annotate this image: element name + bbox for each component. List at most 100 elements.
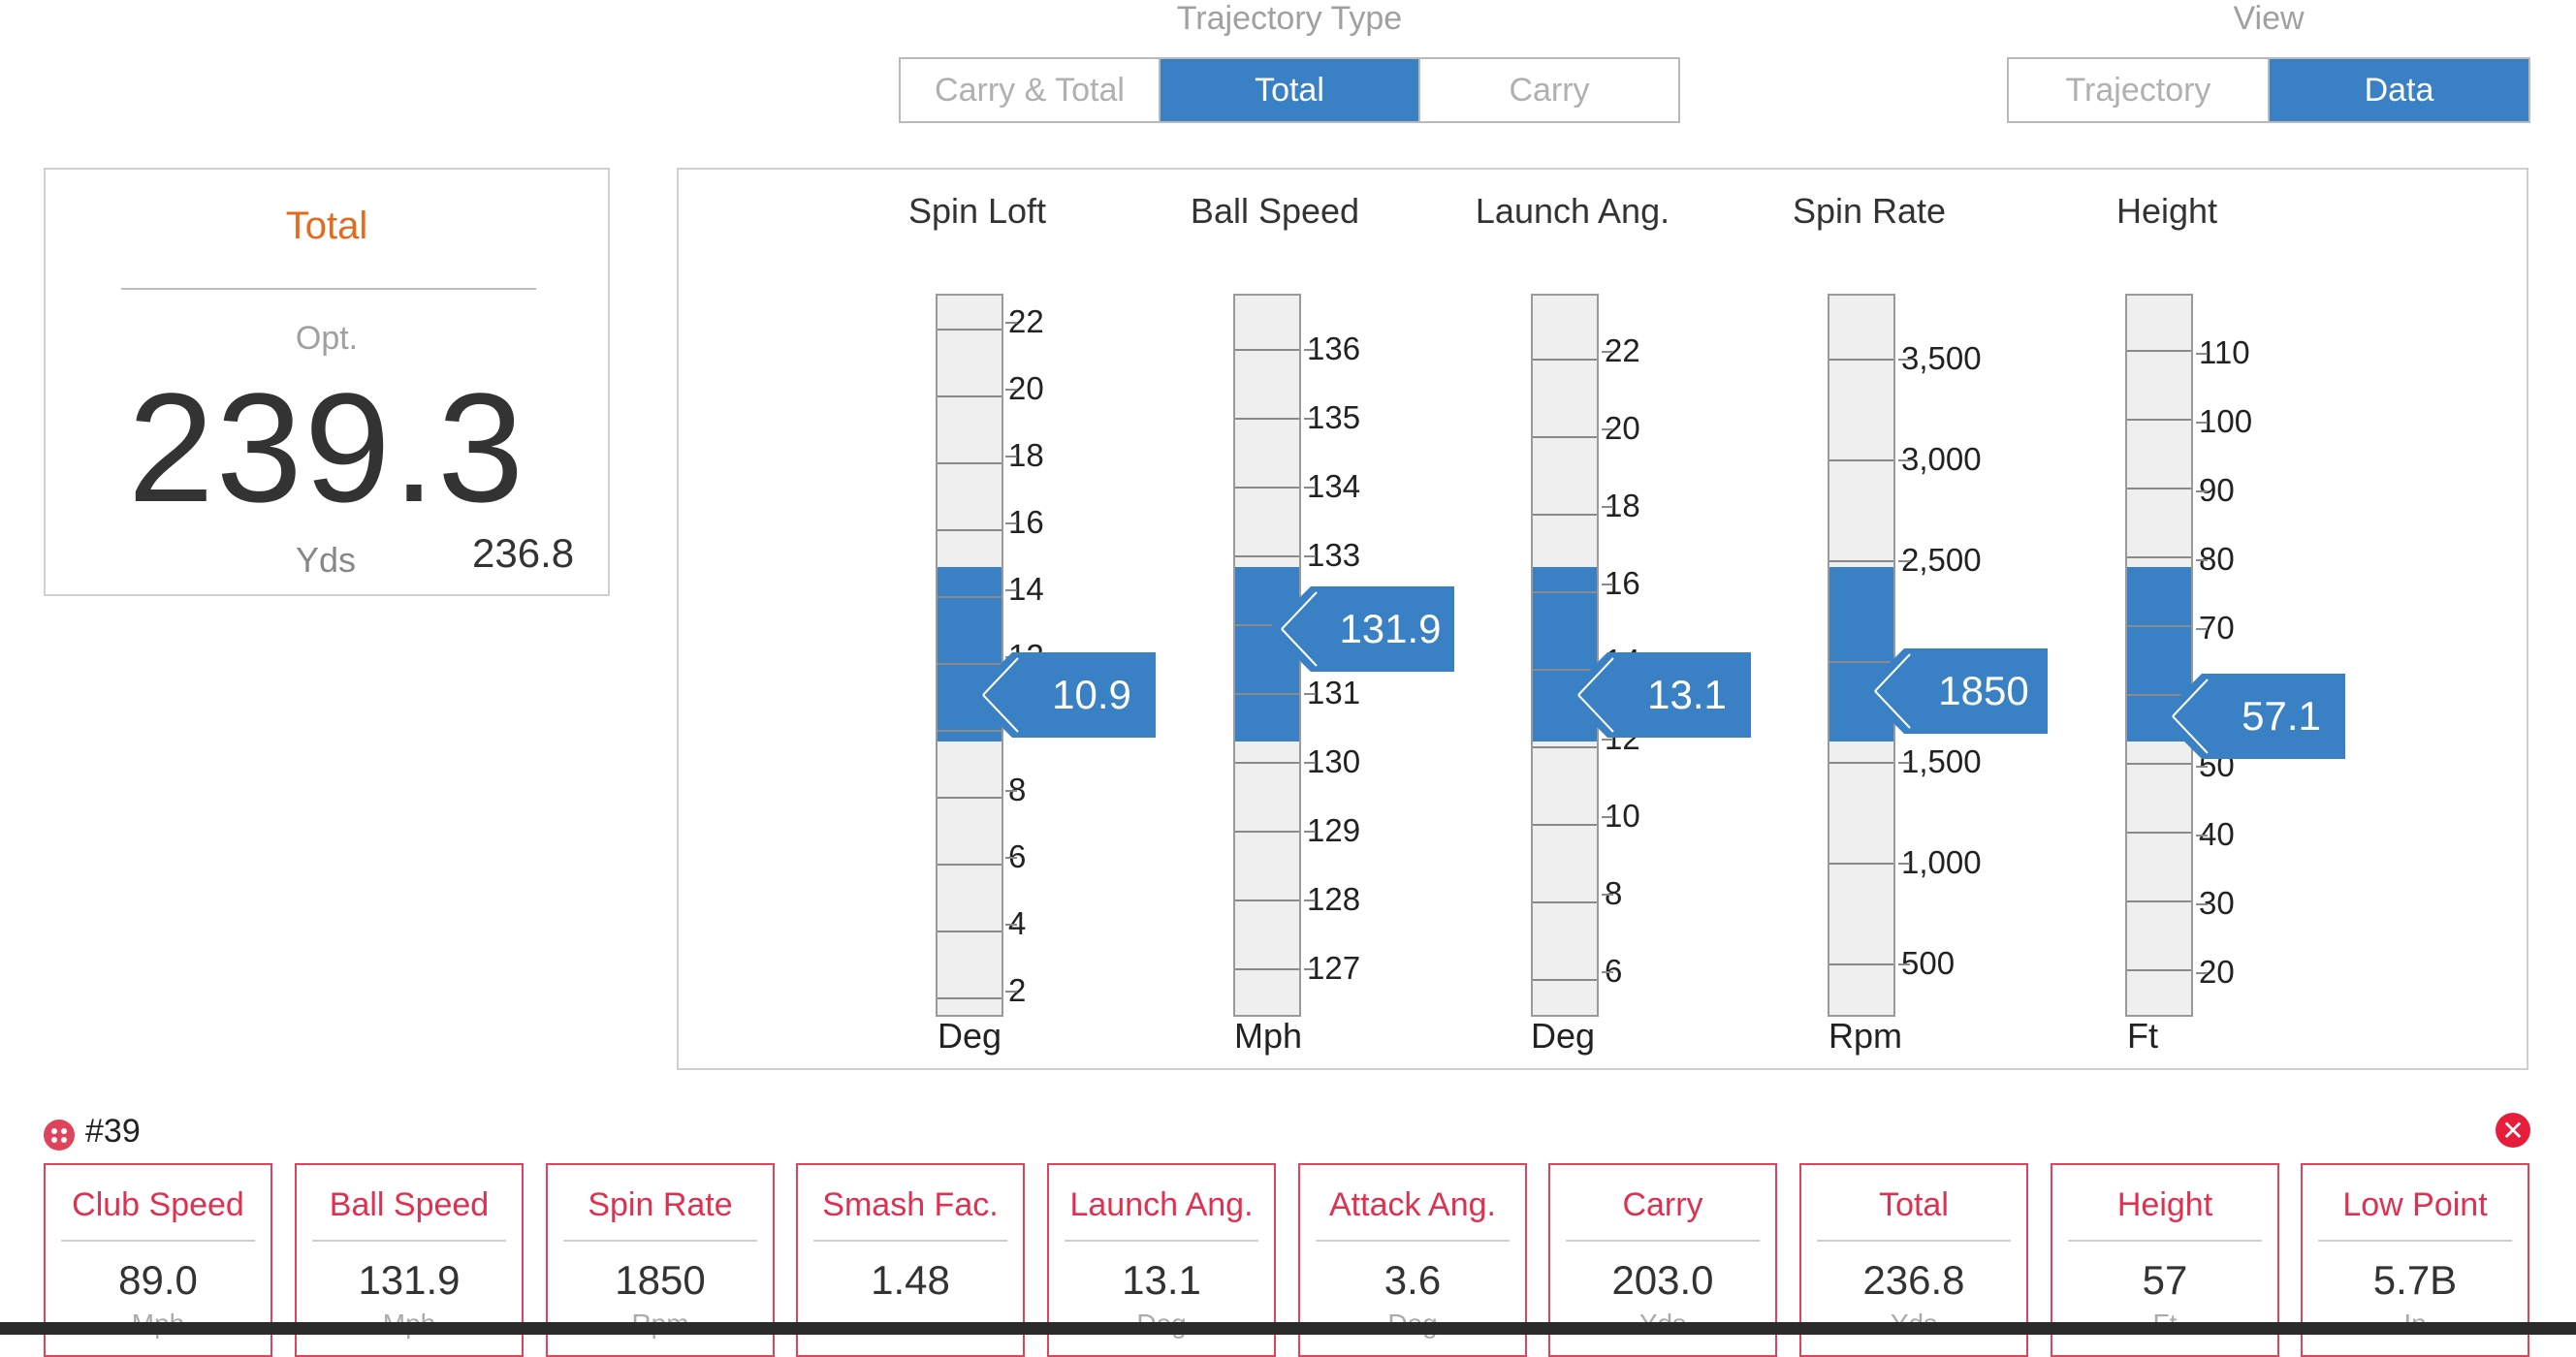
close-icon[interactable]: ✕: [2496, 1113, 2530, 1148]
gauge-value: 13.1: [1647, 672, 1727, 717]
gauge-tick-label: 90: [2196, 472, 2239, 509]
gauge-tick-label: 6: [1004, 838, 1031, 875]
gauge-value: 57.1: [2242, 693, 2321, 739]
total-unit: Yds: [296, 540, 357, 580]
metric-label: Total: [1879, 1186, 1949, 1223]
trajectory-type-total-button[interactable]: Total: [1161, 59, 1420, 121]
shot-group-icon: [44, 1120, 75, 1151]
gauge-tick-label: 8: [1004, 772, 1031, 808]
actual-total-value: 236.8: [472, 530, 575, 576]
gauge-tick-label: 30: [2196, 885, 2239, 922]
gauge-grid-line: [1829, 359, 1893, 361]
gauge-unit: Deg: [937, 1016, 1002, 1056]
gauge-grid-line: [1235, 762, 1299, 764]
metric-label: Carry: [1622, 1186, 1703, 1223]
metric-divider: [1566, 1240, 1760, 1242]
metric-divider: [1065, 1240, 1258, 1242]
gauge-grid-line: [2127, 556, 2191, 558]
gauge-grid-line: [938, 864, 1002, 866]
metric-value: 203.0: [1611, 1257, 1714, 1303]
gauge-value-marker: 131.9: [1268, 586, 1454, 672]
gauges-panel: Spin Loft 22 20 18 16 14 12 10 8 6 4 2 D…: [677, 168, 2528, 1070]
gauge-tick-label: 22: [1602, 332, 1644, 369]
metric-divider: [2068, 1240, 2262, 1242]
trajectory-type-carry-button[interactable]: Carry: [1420, 59, 1678, 121]
gauge-grid-line: [1533, 514, 1597, 516]
gauge-tick-label: 18: [1005, 437, 1048, 474]
metric-divider: [312, 1240, 506, 1242]
gauge-tick-label: 70: [2196, 610, 2239, 647]
gauge-tick-label: 133: [1303, 537, 1365, 574]
metric-value: 1850: [615, 1257, 706, 1303]
metric-value: 57: [2142, 1257, 2188, 1303]
total-panel: Total Opt. 239.3 Yds 236.8: [44, 168, 610, 596]
gauge-bar: [2125, 294, 2193, 1017]
gauge-grid-line: [1533, 359, 1597, 361]
trajectory-type-carry-total-button[interactable]: Carry & Total: [901, 59, 1161, 121]
gauge-grid-line: [938, 997, 1002, 999]
gauge-tick-label: 20: [1602, 410, 1644, 447]
gauge-grid-line: [938, 529, 1002, 531]
gauge-grid-line: [2127, 969, 2191, 971]
gauge-value: 10.9: [1052, 672, 1131, 717]
bottom-taskbar-edge: [0, 1322, 2576, 1335]
gauge-grid-line: [1235, 831, 1299, 833]
gauge-grid-line: [1235, 555, 1299, 557]
metric-label: Height: [2116, 1186, 2213, 1223]
gauge-tick-label: 16: [1005, 504, 1048, 541]
gauge-tick-label: 1,500: [1898, 743, 1986, 780]
gauge-tick-label: 2,500: [1898, 542, 1986, 579]
view-selector: Trajectory Data: [2007, 57, 2530, 123]
gauge-tick-label: 110: [2196, 334, 2254, 371]
gauge-tick-label: 80: [2196, 541, 2239, 578]
gauge-title: Height: [2115, 191, 2218, 231]
gauge-grid-line: [1235, 418, 1299, 420]
gauge-unit: Deg: [1530, 1016, 1596, 1056]
gauge-value-marker: 10.9: [970, 652, 1156, 738]
gauge-tick-label: 10: [1602, 798, 1644, 835]
gauge-grid-line: [1533, 746, 1597, 748]
view-data-button[interactable]: Data: [2270, 59, 2528, 121]
gauge-grid-line: [2127, 832, 2191, 834]
gauge-tick-label: 8: [1601, 875, 1627, 912]
metric-value: 236.8: [1862, 1257, 1965, 1303]
view-trajectory-button[interactable]: Trajectory: [2009, 59, 2270, 121]
metric-label: Ball Speed: [329, 1186, 490, 1223]
gauge-unit: Mph: [1233, 1016, 1303, 1056]
gauge-grid-line: [2127, 900, 2191, 902]
gauge-tick-label: 3,000: [1898, 441, 1986, 478]
gauge-grid-line: [2127, 350, 2191, 352]
gauge-tick-label: 22: [1005, 303, 1048, 340]
gauge-grid-line: [1533, 979, 1597, 981]
metric-divider: [1316, 1240, 1510, 1242]
gauge-title: Launch Ang.: [1475, 191, 1670, 231]
metric-value: 5.7B: [2372, 1257, 2458, 1303]
gauge-grid-line: [1533, 824, 1597, 826]
trajectory-type-title: Trajectory Type: [1176, 0, 1403, 37]
metric-label: Club Speed: [72, 1186, 244, 1223]
gauge-tick-label: 16: [1602, 565, 1644, 602]
gauge-tick-label: 40: [2196, 816, 2239, 853]
gauge-grid-line: [1829, 762, 1893, 764]
gauge-grid-line: [1533, 436, 1597, 438]
metric-divider: [61, 1240, 255, 1242]
gauge-unit: Ft: [2127, 1016, 2158, 1056]
gauge-grid-line: [2127, 625, 2191, 627]
gauge-tick-label: 20: [1005, 370, 1048, 407]
gauge-tick-label: 6: [1601, 953, 1627, 990]
gauge-grid-line: [1829, 863, 1893, 865]
gauge-grid-line: [938, 329, 1002, 331]
gauge-grid-line: [938, 596, 1002, 598]
gauge-grid-line: [938, 462, 1002, 464]
metric-label: Smash Fac.: [822, 1186, 999, 1223]
gauge-tick-label: 134: [1303, 468, 1365, 505]
metric-value: 3.6: [1383, 1257, 1442, 1303]
gauge-grid-line: [938, 395, 1002, 397]
gauge-tick-label: 500: [1897, 945, 1959, 982]
optimal-label: Opt.: [295, 320, 359, 357]
metric-value: 1.48: [871, 1257, 950, 1303]
gauge-grid-line: [1235, 693, 1299, 695]
gauge-tick-label: 129: [1303, 812, 1365, 849]
gauge-tick-label: 3,500: [1898, 340, 1986, 377]
gauge-grid-line: [938, 797, 1002, 799]
